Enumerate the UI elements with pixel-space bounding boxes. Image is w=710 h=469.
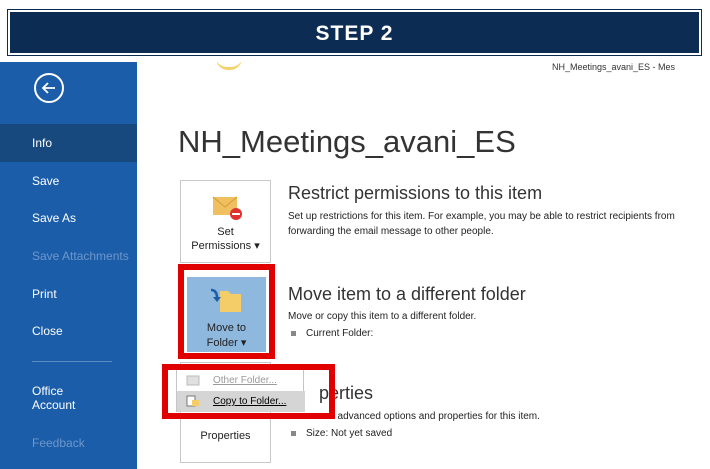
set-permissions-button[interactable]: Set Permissions ▾ <box>180 180 271 263</box>
window-title: NH_Meetings_avani_ES - Mes <box>552 62 676 72</box>
current-folder-label: Current Folder: <box>306 328 374 339</box>
bullet-icon <box>291 430 296 436</box>
restrict-permissions-title: Restrict permissions to this item <box>288 183 543 203</box>
nav-info[interactable]: Info <box>0 124 137 162</box>
nav-save-as[interactable]: Save As <box>0 199 137 237</box>
step-banner-text: STEP 2 <box>315 22 394 45</box>
properties-label: Properties <box>200 430 251 442</box>
size-line: Size: Not yet saved <box>291 428 392 439</box>
size-label: Size: Not yet saved <box>306 428 393 439</box>
nav-divider <box>32 361 112 362</box>
nav-print[interactable]: Print <box>0 275 137 313</box>
nav-office-account[interactable]: Office Account <box>0 380 100 418</box>
step-banner: STEP 2 <box>7 9 702 56</box>
move-item-title: Move item to a different folder <box>288 284 526 304</box>
nav-save-attachments[interactable]: Save Attachments <box>0 237 137 275</box>
bullet-icon <box>291 330 296 336</box>
back-arrow-icon <box>41 82 55 94</box>
highlight-move-to-folder <box>178 264 275 359</box>
back-button[interactable] <box>34 73 64 103</box>
highlight-copy-to-folder <box>162 364 335 419</box>
nav-close[interactable]: Close <box>0 312 137 350</box>
current-folder-line: Current Folder: <box>291 328 373 339</box>
restrict-permissions-desc: Set up restrictions for this item. For e… <box>288 211 675 237</box>
page-title: NH_Meetings_avani_ES <box>178 124 516 159</box>
nav-save[interactable]: Save <box>0 162 137 200</box>
step-banner-bg: STEP 2 <box>0 0 710 62</box>
move-item-desc: Move or copy this item to a different fo… <box>288 311 477 322</box>
nav-feedback[interactable]: Feedback <box>0 424 137 462</box>
set-permissions-label: Set Permissions ▾ <box>191 226 260 252</box>
properties-desc: ew advanced options and properties for t… <box>322 411 540 422</box>
envelope-permission-icon <box>212 196 242 220</box>
